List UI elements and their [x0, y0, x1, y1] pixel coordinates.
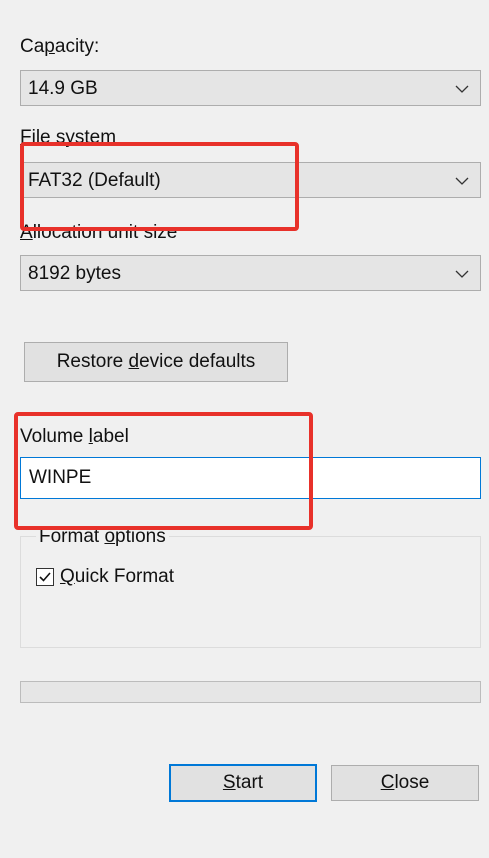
- capacity-label-accesskey: p: [44, 36, 55, 57]
- format-options-legend-text-rest: ptions: [115, 526, 166, 547]
- close-button-text: lose: [394, 772, 430, 793]
- capacity-label-text-rest: acity:: [54, 36, 100, 57]
- restore-device-defaults-button[interactable]: Restore device defaults: [24, 342, 288, 382]
- file-system-label-text: ile system: [31, 127, 117, 148]
- close-button[interactable]: Close: [331, 765, 479, 801]
- quick-format-option[interactable]: Quick Format: [36, 566, 174, 588]
- volume-label-text-rest: abel: [92, 426, 129, 447]
- format-progress-bar: [20, 681, 481, 703]
- close-button-accesskey: C: [380, 772, 395, 793]
- file-system-dropdown[interactable]: FAT32 (Default): [20, 162, 481, 198]
- allocation-unit-size-dropdown[interactable]: 8192 bytes: [20, 255, 481, 291]
- capacity-dropdown[interactable]: 14.9 GB: [20, 70, 481, 106]
- file-system-label-accesskey: F: [20, 127, 32, 148]
- chevron-down-icon: [455, 85, 469, 93]
- capacity-value: 14.9 GB: [28, 78, 98, 99]
- allocation-label-text: llocation unit size: [32, 222, 178, 243]
- format-options-legend-text: Format: [39, 526, 105, 547]
- capacity-label-text: Ca: [20, 36, 45, 57]
- quick-format-label: Quick Format: [60, 566, 174, 588]
- volume-label-input[interactable]: [29, 467, 469, 489]
- quick-format-checkbox[interactable]: [36, 568, 54, 586]
- volume-label-field[interactable]: [20, 457, 481, 499]
- chevron-down-icon: [455, 177, 469, 185]
- restore-button-accesskey: d: [128, 351, 140, 372]
- volume-label-label: Volume label: [20, 426, 129, 448]
- capacity-label: Capacity:: [20, 36, 99, 58]
- format-options-group: [20, 536, 481, 648]
- file-system-value: FAT32 (Default): [28, 170, 161, 191]
- format-options-legend-accesskey: o: [104, 526, 116, 547]
- quick-format-label-text: uick Format: [74, 566, 175, 587]
- chevron-down-icon: [455, 270, 469, 278]
- format-options-legend: Format options: [36, 526, 169, 548]
- checkmark-icon: [39, 572, 51, 582]
- allocation-value: 8192 bytes: [28, 263, 121, 284]
- quick-format-accesskey: Q: [60, 566, 75, 587]
- file-system-label: File system: [20, 127, 116, 149]
- start-button-accesskey: S: [222, 772, 236, 793]
- restore-button-text: Restore: [56, 351, 129, 372]
- start-button-text: tart: [235, 772, 264, 793]
- allocation-label-accesskey: A: [20, 222, 33, 243]
- restore-button-text-rest: evice defaults: [139, 351, 256, 372]
- start-button[interactable]: Start: [169, 764, 317, 802]
- volume-label-text: Volume: [20, 426, 89, 447]
- allocation-unit-size-label: Allocation unit size: [20, 222, 177, 244]
